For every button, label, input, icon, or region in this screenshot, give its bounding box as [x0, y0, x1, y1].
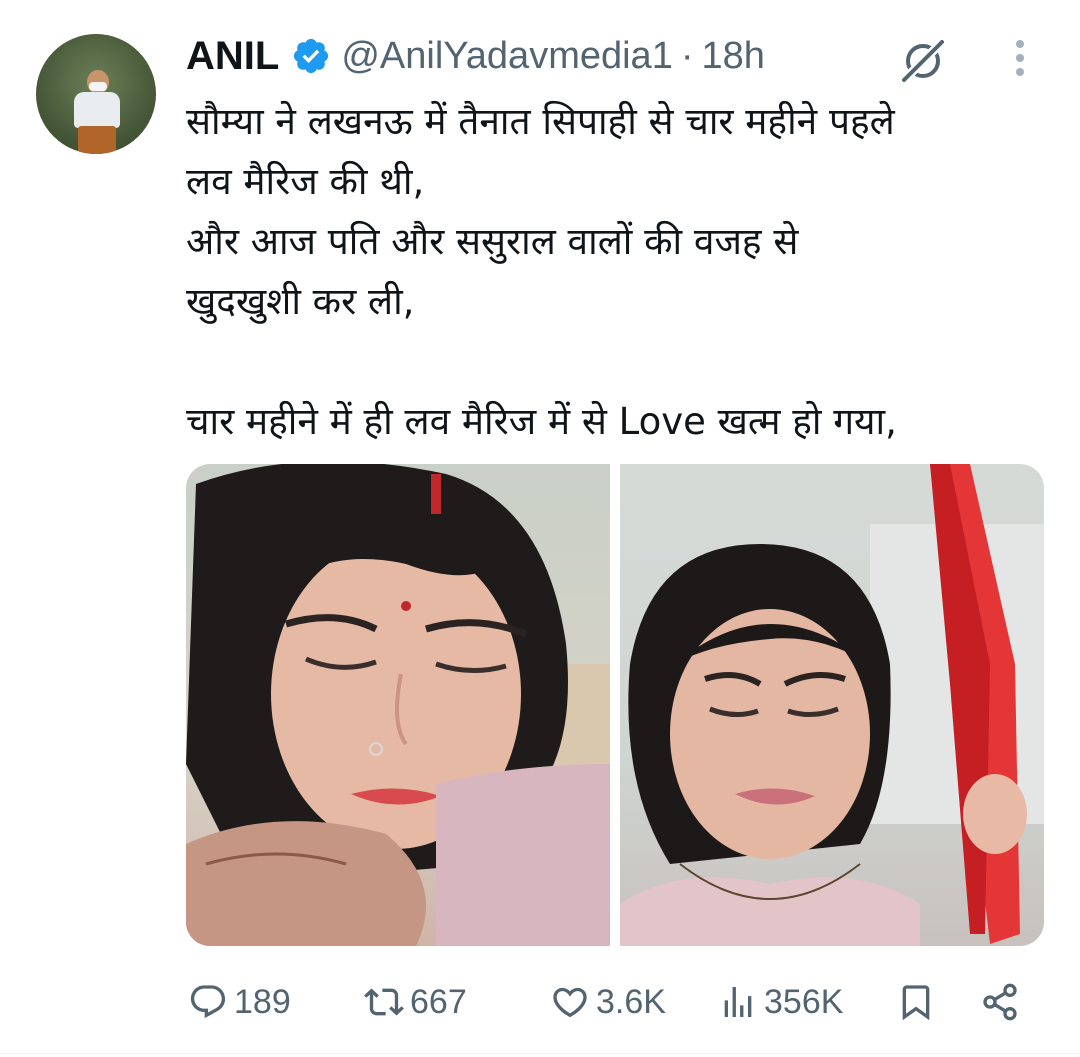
avatar-pants — [78, 126, 116, 154]
tweet-timestamp[interactable]: 18h — [701, 35, 764, 78]
share-icon — [983, 983, 1017, 1021]
tweet-actions: 189 667 3.6K 356K — [0, 972, 1080, 1032]
repost-icon — [364, 988, 404, 1016]
reply-icon — [190, 985, 226, 1019]
grok-icon[interactable] — [898, 34, 948, 84]
like-icon — [553, 987, 587, 1018]
share-button[interactable] — [980, 972, 1026, 1032]
woman-photo-right-illustration — [620, 464, 1044, 946]
woman-photo-left-illustration — [186, 464, 610, 946]
views-count: 356K — [764, 982, 844, 1021]
tweet-header: ANIL @AnilYadavmedia1 · 18h — [186, 28, 765, 84]
views-icon — [724, 987, 752, 1017]
reply-count: 189 — [234, 982, 291, 1021]
verified-badge-icon[interactable] — [291, 36, 331, 76]
author-name[interactable]: ANIL — [186, 34, 279, 79]
avatar-mask — [89, 82, 107, 91]
repost-count: 667 — [410, 982, 467, 1021]
author-handle[interactable]: @AnilYadavmedia1 — [341, 35, 673, 78]
bookmark-button[interactable] — [896, 972, 942, 1032]
views-button[interactable]: 356K — [718, 972, 843, 1032]
separator-dot: · — [680, 34, 694, 77]
bookmark-icon — [902, 985, 930, 1021]
like-count: 3.6K — [596, 982, 666, 1021]
like-button[interactable]: 3.6K — [550, 972, 666, 1032]
author-avatar[interactable] — [36, 34, 156, 154]
avatar-shirt — [74, 92, 120, 128]
tweet-text: सौम्या ने लखनऊ में तैनात सिपाही से चार म… — [186, 100, 897, 443]
reply-button[interactable]: 189 — [188, 972, 291, 1032]
media-image-right[interactable] — [620, 464, 1044, 946]
divider — [0, 1053, 1080, 1054]
media-image-left[interactable] — [186, 464, 610, 946]
repost-button[interactable]: 667 — [364, 972, 467, 1032]
more-vertical-icon[interactable] — [1010, 36, 1030, 84]
